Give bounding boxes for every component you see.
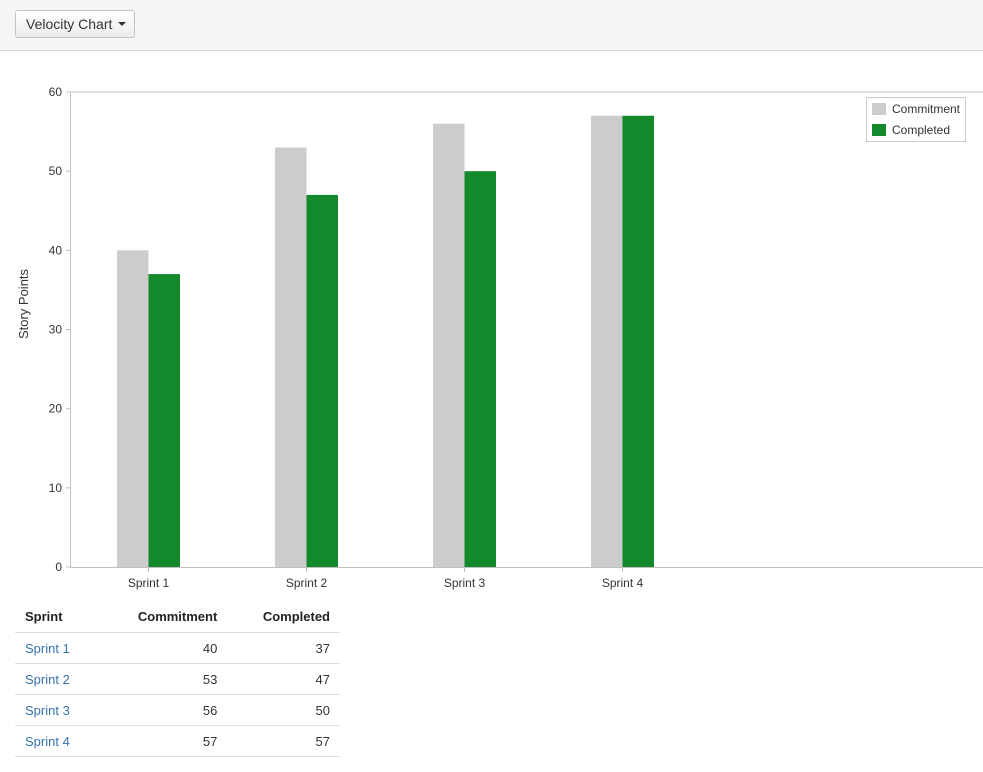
sprint-link[interactable]: Sprint 1 — [25, 641, 70, 656]
bar-completed-4[interactable] — [622, 115, 655, 567]
commitment-cell: 40 — [98, 632, 228, 664]
column-header-completed: Completed — [227, 600, 340, 633]
velocity-chart: 0102030405060 Sprint 1 Sprint 2 Sprint 3 Sp… — [16, 85, 983, 590]
chevron-down-icon — [118, 22, 127, 26]
sprint-data-table: Sprint Commitment Completed Sprint 1 40 … — [15, 600, 340, 757]
legend-label-completed: Completed — [892, 123, 951, 137]
chart-axes: 0 10 20 30 40 50 60 — [49, 85, 983, 574]
table-row: Sprint 4 57 57 — [15, 725, 340, 757]
y-tick-label: 30 — [49, 323, 63, 337]
legend-swatch-completed — [872, 124, 886, 136]
legend-swatch-commitment — [872, 103, 886, 115]
bar-commitment-2[interactable] — [275, 147, 307, 567]
sprint-link[interactable]: Sprint 2 — [25, 672, 70, 687]
toolbar: Velocity Chart — [0, 0, 983, 51]
bar-completed-3[interactable] — [464, 171, 497, 567]
table-row: Sprint 2 53 47 — [15, 663, 340, 695]
y-tick-label: 40 — [49, 243, 63, 257]
bar-commitment-4[interactable] — [591, 115, 623, 567]
y-tick-label: 50 — [49, 164, 63, 178]
commitment-cell: 56 — [98, 694, 228, 726]
completed-cell: 37 — [227, 632, 340, 664]
chart-bars — [117, 115, 655, 568]
y-tick-label: 20 — [49, 402, 63, 416]
commitment-cell: 53 — [98, 663, 228, 695]
sprint-link[interactable]: Sprint 3 — [25, 703, 70, 718]
completed-cell: 47 — [227, 663, 340, 695]
sprint-link[interactable]: Sprint 4 — [25, 734, 70, 749]
column-header-sprint: Sprint — [15, 600, 99, 633]
completed-cell: 50 — [227, 694, 340, 726]
report-select-label: Velocity Chart — [26, 16, 113, 32]
commitment-cell: 57 — [98, 725, 228, 757]
y-axis-label: Story Points — [16, 268, 31, 339]
y-tick-label: 0 — [55, 560, 62, 574]
report-select-dropdown[interactable]: Velocity Chart — [15, 10, 135, 38]
legend-item-commitment[interactable]: Commitment — [872, 102, 960, 116]
table-header-row: Sprint Commitment Completed — [15, 600, 340, 633]
y-tick-label: 10 — [49, 481, 63, 495]
completed-cell: 57 — [227, 725, 340, 757]
x-tick-labels: Sprint 1 Sprint 2 Sprint 3 Sprint 4 — [128, 567, 644, 590]
x-tick-label: Sprint 2 — [286, 576, 328, 590]
column-header-commitment: Commitment — [98, 600, 228, 633]
y-tick-label: 60 — [49, 85, 63, 99]
legend-label-commitment: Commitment — [892, 102, 961, 116]
chart-legend: Commitment Completed — [866, 97, 966, 142]
bar-completed-2[interactable] — [306, 194, 339, 567]
legend-item-completed[interactable]: Completed — [872, 123, 950, 137]
table-row: Sprint 3 56 50 — [15, 694, 340, 726]
x-tick-label: Sprint 1 — [128, 576, 170, 590]
x-tick-label: Sprint 3 — [444, 576, 486, 590]
bar-completed-1[interactable] — [148, 274, 181, 567]
bar-commitment-1[interactable] — [117, 250, 149, 568]
bar-commitment-3[interactable] — [433, 123, 465, 568]
table-row: Sprint 1 40 37 — [15, 632, 340, 664]
x-tick-label: Sprint 4 — [602, 576, 644, 590]
